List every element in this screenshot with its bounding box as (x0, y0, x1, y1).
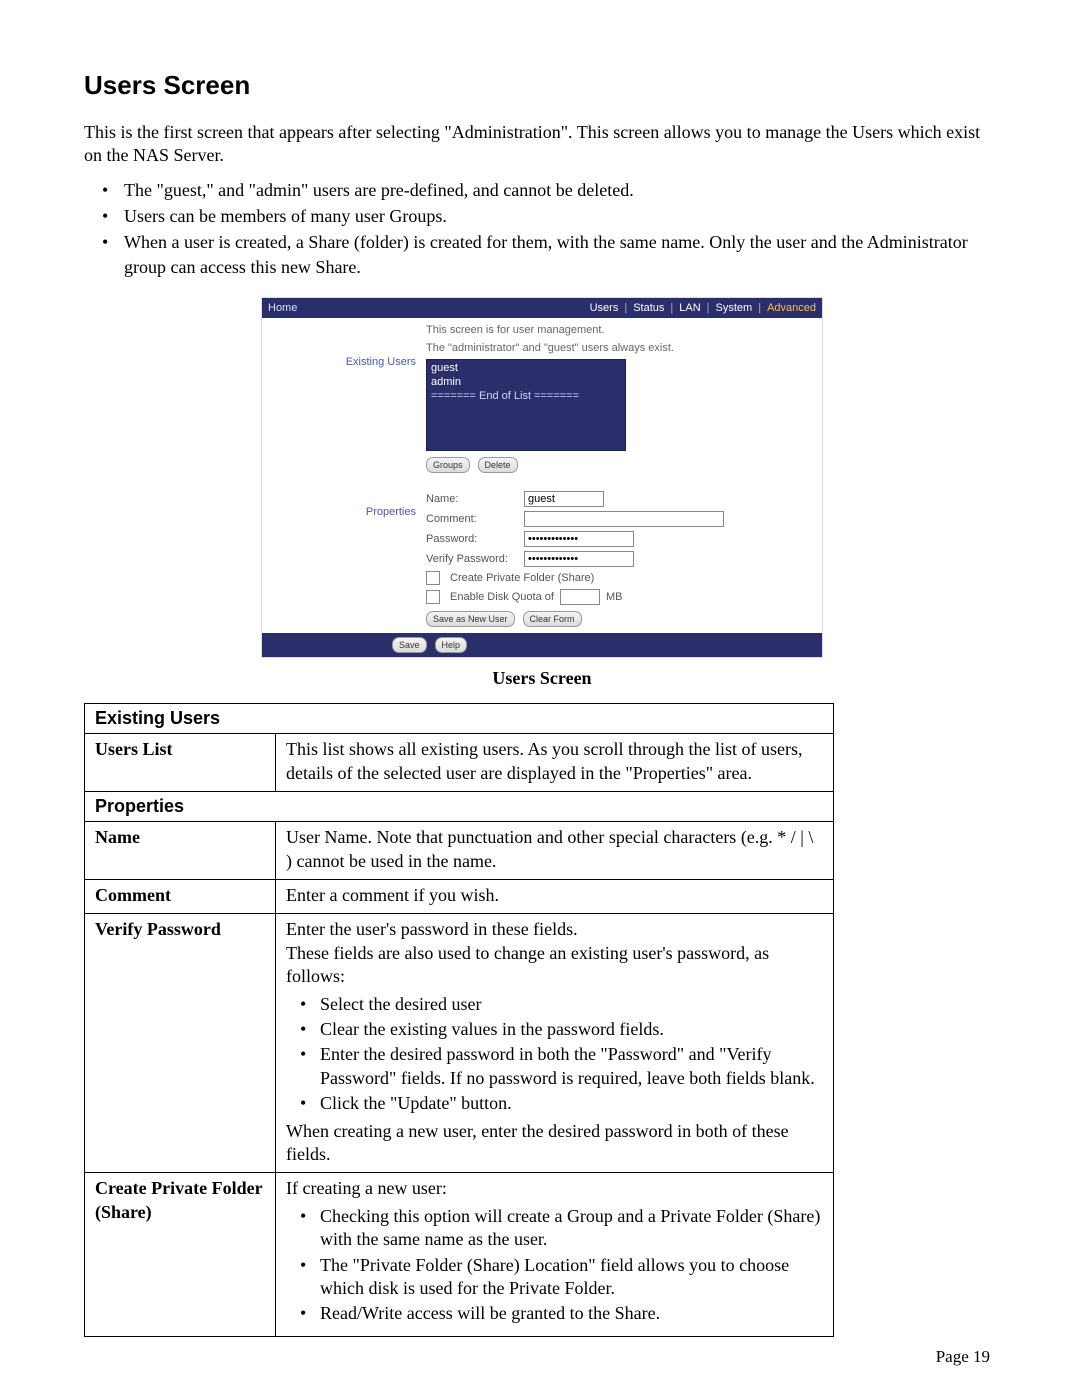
password-field[interactable] (524, 531, 634, 547)
comment-field[interactable] (524, 511, 724, 527)
screenshot: Home Users| Status| LAN| System| Advance… (261, 297, 823, 659)
nav-home[interactable]: Home (268, 302, 297, 314)
table-key: Name (85, 822, 276, 880)
intro-bullet-list: The "guest," and "admin" users are pre-d… (84, 178, 1000, 279)
groups-button[interactable]: Groups (426, 457, 470, 473)
screenshot-topbar: Home Users| Status| LAN| System| Advance… (262, 298, 822, 318)
screenshot-desc: This screen is for user management. (426, 324, 814, 338)
table-group-header: Properties (85, 792, 834, 822)
table-inner-list: Select the desired user Clear the existi… (286, 993, 823, 1116)
users-listbox[interactable]: guest admin ======= End of List ======= (426, 359, 626, 451)
verify-password-field[interactable] (524, 551, 634, 567)
screenshot-body: Existing Users Properties This screen is… (262, 318, 822, 634)
table-row: Create Private Folder (Share) If creatin… (85, 1173, 834, 1336)
list-item[interactable]: guest (431, 362, 621, 376)
clear-form-button[interactable]: Clear Form (523, 611, 582, 627)
nav-status[interactable]: Status (633, 302, 664, 314)
table-key: Users List (85, 734, 276, 792)
intro-paragraph: This is the first screen that appears af… (84, 121, 1000, 168)
reference-table: Existing Users Users List This list show… (84, 703, 834, 1336)
table-inner-item: Enter the desired password in both the "… (320, 1043, 823, 1090)
table-value: Enter a comment if you wish. (276, 880, 834, 914)
table-text: These fields are also used to change an … (286, 942, 823, 989)
comment-label: Comment: (426, 513, 518, 525)
table-text: If creating a new user: (286, 1177, 823, 1200)
create-private-checkbox[interactable] (426, 571, 440, 585)
table-row: Verify Password Enter the user's passwor… (85, 914, 834, 1173)
screenshot-bottombar: Save Help (262, 633, 822, 657)
label-existing-users: Existing Users (266, 356, 416, 368)
enable-quota-label: Enable Disk Quota of (450, 591, 554, 603)
intro-bullet: Users can be members of many user Groups… (124, 204, 1000, 228)
save-button[interactable]: Save (392, 637, 427, 653)
table-row: Users List This list shows all existing … (85, 734, 834, 792)
help-button[interactable]: Help (435, 637, 468, 653)
nav-lan[interactable]: LAN (679, 302, 700, 314)
nav-advanced[interactable]: Advanced (767, 302, 816, 314)
form-button-row: Save as New User Clear Form (426, 611, 814, 627)
screenshot-leftcol: Existing Users Properties (262, 318, 426, 634)
table-text: Enter the user's password in these field… (286, 918, 823, 941)
password-label: Password: (426, 533, 518, 545)
name-label: Name: (426, 493, 518, 505)
label-properties: Properties (266, 506, 416, 518)
delete-button[interactable]: Delete (478, 457, 518, 473)
document-page: Users Screen This is the first screen th… (0, 0, 1080, 1397)
screenshot-figure: Home Users| Status| LAN| System| Advance… (84, 297, 1000, 690)
table-row: Comment Enter a comment if you wish. (85, 880, 834, 914)
create-private-label: Create Private Folder (Share) (450, 572, 594, 584)
verify-password-label: Verify Password: (426, 553, 518, 565)
name-field[interactable] (524, 491, 604, 507)
screenshot-rightcol: This screen is for user management. The … (426, 318, 822, 634)
table-inner-item: Select the desired user (320, 993, 823, 1016)
nav-users[interactable]: Users (590, 302, 619, 314)
nav-links: Users| Status| LAN| System| Advanced (590, 302, 816, 314)
table-value: Enter the user's password in these field… (276, 914, 834, 1173)
table-value: This list shows all existing users. As y… (276, 734, 834, 792)
table-value: User Name. Note that punctuation and oth… (276, 822, 834, 880)
list-button-row: Groups Delete (426, 457, 814, 473)
enable-quota-checkbox[interactable] (426, 590, 440, 604)
quota-unit-label: MB (606, 591, 623, 603)
page-number: Page 19 (936, 1347, 990, 1367)
table-inner-list: Checking this option will create a Group… (286, 1205, 823, 1326)
figure-caption: Users Screen (492, 668, 591, 689)
table-key: Verify Password (85, 914, 276, 1173)
table-inner-item: Clear the existing values in the passwor… (320, 1018, 823, 1041)
table-inner-item: The "Private Folder (Share) Location" fi… (320, 1254, 823, 1301)
table-group-header: Existing Users (85, 704, 834, 734)
quota-field[interactable] (560, 589, 600, 605)
intro-bullet: The "guest," and "admin" users are pre-d… (124, 178, 1000, 202)
list-item[interactable]: admin (431, 376, 621, 390)
table-value: If creating a new user: Checking this op… (276, 1173, 834, 1336)
intro-bullet: When a user is created, a Share (folder)… (124, 230, 1000, 279)
nav-system[interactable]: System (716, 302, 753, 314)
screenshot-desc: The "administrator" and "guest" users al… (426, 342, 814, 356)
table-inner-item: Click the "Update" button. (320, 1092, 823, 1115)
list-end-of-list: ======= End of List ======= (431, 390, 621, 404)
table-inner-item: Read/Write access will be granted to the… (320, 1302, 823, 1325)
table-inner-item: Checking this option will create a Group… (320, 1205, 823, 1252)
save-as-new-user-button[interactable]: Save as New User (426, 611, 515, 627)
table-text: When creating a new user, enter the desi… (286, 1120, 823, 1167)
table-key: Create Private Folder (Share) (85, 1173, 276, 1336)
table-key: Comment (85, 880, 276, 914)
table-row: Name User Name. Note that punctuation an… (85, 822, 834, 880)
page-title: Users Screen (84, 70, 1000, 101)
